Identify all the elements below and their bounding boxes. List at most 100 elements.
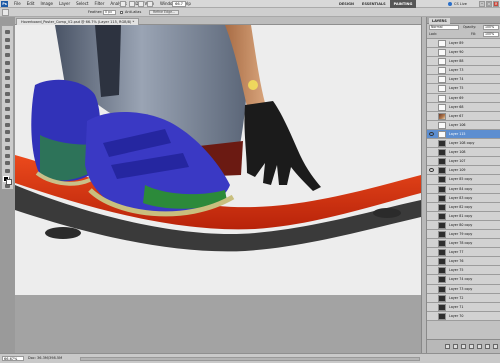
menu-select[interactable]: Select [73, 0, 91, 8]
workspace-painting[interactable]: PAINTING [389, 0, 417, 8]
layer-row[interactable]: Layer 78 copy [427, 239, 500, 249]
layer-row[interactable]: Layer 80 copy [427, 220, 500, 230]
layer-row[interactable]: Layer 90 [427, 48, 500, 58]
add-mask-button[interactable] [461, 344, 466, 349]
path-select-tool-icon[interactable] [3, 153, 12, 159]
workspace-essentials[interactable]: ESSENTIALS [358, 0, 390, 8]
menu-edit[interactable]: Edit [24, 0, 38, 8]
dodge-tool-icon[interactable] [3, 129, 12, 135]
visibility-eye-icon[interactable] [429, 41, 434, 45]
menu-filter[interactable]: Filter [91, 0, 107, 8]
visibility-eye-icon[interactable] [429, 150, 434, 154]
layer-row[interactable]: Layer 75 [427, 266, 500, 276]
visibility-eye-icon[interactable] [429, 96, 434, 100]
add-layer-style-button[interactable] [453, 344, 458, 349]
marquee-tool-icon[interactable] [3, 37, 12, 43]
visibility-eye-icon[interactable] [429, 159, 434, 163]
layer-row[interactable]: Layer 67 [427, 111, 500, 121]
visibility-eye-icon[interactable] [429, 114, 434, 118]
layer-row[interactable]: Layer 83 copy [427, 193, 500, 203]
visibility-eye-icon[interactable] [429, 123, 434, 127]
status-zoom-field[interactable]: 66.67% [2, 356, 24, 361]
visibility-eye-icon[interactable] [429, 241, 434, 245]
gradient-tool-icon[interactable] [3, 114, 12, 120]
quick-select-tool-icon[interactable] [3, 52, 12, 58]
background-color-swatch[interactable] [6, 179, 12, 185]
visibility-eye-icon[interactable] [429, 68, 434, 72]
visibility-eye-icon[interactable] [429, 141, 434, 145]
blend-mode-select[interactable]: Normal [429, 25, 459, 30]
type-tool-icon[interactable] [3, 145, 12, 151]
layer-row[interactable]: Layer 84 copy [427, 184, 500, 194]
layer-row[interactable]: Layer 89 [427, 39, 500, 49]
layer-row[interactable]: Layer 82 copy [427, 202, 500, 212]
visibility-eye-icon[interactable] [429, 214, 434, 218]
menu-layer[interactable]: Layer [56, 0, 73, 8]
opacity-input[interactable]: 100% [483, 25, 499, 30]
visibility-eye-icon[interactable] [429, 277, 434, 281]
layer-row[interactable]: Layer 79 copy [427, 229, 500, 240]
menu-file[interactable]: File [11, 0, 24, 8]
visibility-eye-icon[interactable] [429, 314, 434, 318]
layer-row[interactable]: Layer 108 [427, 148, 500, 158]
visibility-eye-icon[interactable] [429, 77, 434, 81]
layer-row[interactable]: Layer 76 [427, 257, 500, 267]
history-brush-tool-icon[interactable] [3, 98, 12, 104]
lasso-tool-preset-icon[interactable] [2, 9, 9, 16]
refine-edge-button[interactable]: Refine Edge... [149, 10, 180, 15]
antialias-checkbox[interactable] [120, 11, 123, 14]
brush-tool-icon[interactable] [3, 83, 12, 89]
layer-row[interactable]: Layer 75 [427, 84, 500, 94]
layer-row[interactable]: Layer 69 [427, 93, 500, 103]
healing-brush-tool-icon[interactable] [3, 75, 12, 81]
launch-minibridge-button[interactable] [129, 1, 135, 7]
layer-row[interactable]: Layer 72 [427, 293, 500, 303]
visibility-eye-icon[interactable] [429, 296, 434, 300]
new-layer-button[interactable] [485, 344, 490, 349]
visibility-eye-icon[interactable] [429, 105, 434, 109]
link-layers-button[interactable] [445, 344, 450, 349]
layer-row[interactable]: Layer 106 [427, 120, 500, 130]
layer-row[interactable]: Layer 73 copy [427, 284, 500, 294]
menu-image[interactable]: Image [37, 0, 56, 8]
visibility-eye-icon[interactable] [429, 131, 434, 136]
lasso-tool-icon[interactable] [3, 44, 12, 50]
layer-row[interactable]: Layer 85 copy [427, 175, 500, 185]
layer-row[interactable]: Layer 88 [427, 57, 500, 67]
layer-row[interactable]: Layer 81 copy [427, 211, 500, 221]
visibility-eye-icon[interactable] [429, 250, 434, 254]
layer-row[interactable]: Layer 71 [427, 302, 500, 312]
blur-tool-icon[interactable] [3, 122, 12, 128]
visibility-eye-icon[interactable] [429, 232, 434, 236]
layer-row[interactable]: Layer 109 [427, 166, 500, 176]
shape-tool-icon[interactable] [3, 160, 12, 166]
new-adjustment-layer-button[interactable] [469, 344, 474, 349]
layer-row[interactable]: Layer 68 [427, 102, 500, 112]
visibility-eye-icon[interactable] [429, 86, 434, 90]
fill-input[interactable]: 100% [483, 32, 499, 37]
layer-row[interactable]: Layer 108 copy [427, 139, 500, 149]
horizontal-scrollbar[interactable] [80, 357, 420, 361]
layer-row[interactable]: Layer 77 [427, 248, 500, 258]
minimize-button[interactable]: – [479, 1, 485, 7]
visibility-eye-icon[interactable] [429, 187, 434, 191]
workspace-design[interactable]: DESIGN [335, 0, 358, 8]
visibility-eye-icon[interactable] [429, 168, 434, 173]
clone-stamp-tool-icon[interactable] [3, 91, 12, 97]
layer-row[interactable]: Layer 74 copy [427, 275, 500, 285]
layer-row[interactable]: Layer 73 [427, 66, 500, 76]
visibility-eye-icon[interactable] [429, 205, 434, 209]
visibility-eye-icon[interactable] [429, 259, 434, 263]
zoom-tool-button[interactable] [147, 1, 153, 7]
document-tab[interactable]: Hoverboard_Poster_Comp_V2.psd @ 66.7% (L… [16, 18, 140, 25]
layer-row[interactable]: Layer 74 [427, 75, 500, 85]
pen-tool-icon[interactable] [3, 137, 12, 143]
visibility-eye-icon[interactable] [429, 50, 434, 54]
maximize-button[interactable]: □ [486, 1, 492, 7]
layer-row[interactable]: Layer 115 [427, 129, 500, 140]
zoom-level-box[interactable]: 66.7 [172, 1, 186, 7]
visibility-eye-icon[interactable] [429, 223, 434, 227]
eraser-tool-icon[interactable] [3, 106, 12, 112]
crop-tool-icon[interactable] [3, 60, 12, 66]
close-button[interactable]: × [493, 1, 499, 7]
